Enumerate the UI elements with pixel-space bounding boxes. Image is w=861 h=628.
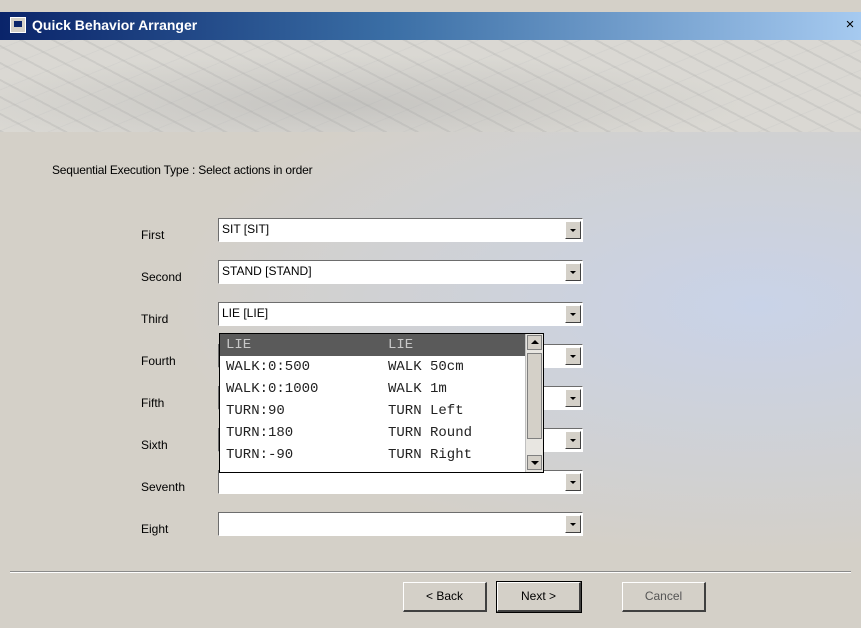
label-first: First (141, 228, 165, 242)
label-fifth: Fifth (141, 396, 165, 410)
dropdown-option[interactable]: TURN:180 TURN Round (220, 422, 525, 444)
title-bar[interactable]: Quick Behavior Arranger × (0, 12, 861, 40)
dropdown-option[interactable]: WALK:0:1000 WALK 1m (220, 378, 525, 400)
next-button[interactable]: Next > (496, 581, 582, 613)
chevron-down-icon[interactable] (565, 263, 581, 281)
dropdown-scrollbar[interactable] (525, 334, 543, 472)
action-select-value: SIT [SIT] (222, 222, 270, 236)
chevron-down-icon[interactable] (565, 515, 581, 533)
label-third: Third (141, 312, 169, 326)
footer-divider (10, 571, 851, 573)
dropdown-option[interactable]: TURN:90 TURN Left (220, 400, 525, 422)
option-code: WALK:0:500 (226, 359, 311, 375)
option-name: TURN Right (388, 447, 473, 463)
header-banner (0, 40, 861, 133)
chevron-down-icon[interactable] (565, 305, 581, 323)
window-icon (10, 17, 26, 33)
action-select-value: LIE [LIE] (222, 306, 269, 320)
dropdown-option[interactable]: WALK:0:500 WALK 50cm (220, 356, 525, 378)
label-seventh: Seventh (141, 480, 186, 494)
label-second: Second (141, 270, 182, 284)
action-select-second[interactable]: STAND [STAND] (218, 260, 583, 284)
cancel-button[interactable]: Cancel (622, 582, 706, 612)
action-dropdown-list[interactable]: LIE LIE WALK:0:500 WALK 50cm WALK:0:1000… (219, 333, 544, 473)
option-code: WALK:0:1000 (226, 381, 319, 397)
action-select-value: STAND [STAND] (222, 264, 312, 278)
option-name: WALK 50cm (388, 359, 464, 375)
action-select-eight[interactable] (218, 512, 583, 536)
option-name: LIE (388, 337, 414, 353)
action-select-first[interactable]: SIT [SIT] (218, 218, 583, 242)
scroll-thumb[interactable] (527, 353, 542, 439)
chevron-down-icon[interactable] (565, 473, 581, 491)
chevron-down-icon[interactable] (565, 347, 581, 365)
instruction-text: Sequential Execution Type : Select actio… (52, 163, 313, 177)
close-icon[interactable]: × (841, 16, 859, 34)
option-code: LIE (226, 337, 252, 353)
option-name: WALK 1m (388, 381, 447, 397)
action-select-third[interactable]: LIE [LIE] (218, 302, 583, 326)
option-name: TURN Left (388, 403, 464, 419)
chevron-down-icon[interactable] (565, 431, 581, 449)
scroll-down-icon[interactable] (527, 455, 542, 470)
window-title: Quick Behavior Arranger (32, 17, 198, 33)
option-code: TURN:90 (226, 403, 285, 419)
label-sixth: Sixth (141, 438, 168, 452)
quick-behavior-arranger-window: Quick Behavior Arranger × Sequential Exe… (0, 0, 861, 628)
action-select-seventh[interactable] (218, 470, 583, 494)
option-code: TURN:180 (226, 425, 294, 441)
dropdown-option[interactable]: LIE LIE (220, 334, 525, 356)
scroll-up-icon[interactable] (527, 335, 542, 350)
label-eight: Eight (141, 522, 169, 536)
dropdown-option[interactable]: TURN:-90 TURN Right (220, 444, 525, 466)
chevron-down-icon[interactable] (565, 389, 581, 407)
option-name: TURN Round (388, 425, 473, 441)
chevron-down-icon[interactable] (565, 221, 581, 239)
option-code: TURN:-90 (226, 447, 294, 463)
back-button[interactable]: < Back (403, 582, 487, 612)
label-fourth: Fourth (141, 354, 176, 368)
